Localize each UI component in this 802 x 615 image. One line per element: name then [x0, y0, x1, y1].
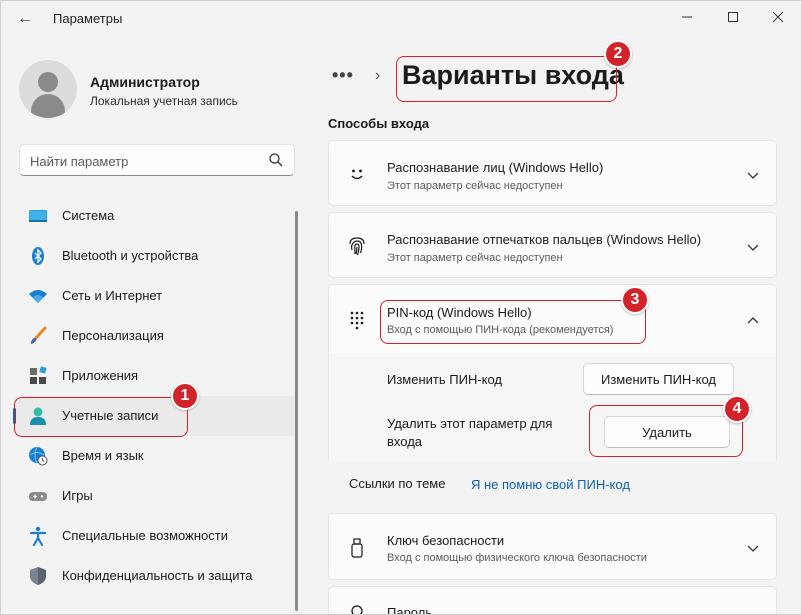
gamepad-icon	[29, 492, 47, 501]
sidebar-item-network[interactable]: Сеть и Интернет	[13, 276, 297, 316]
highlight-page-title	[396, 56, 617, 102]
option-security-key[interactable]: Ключ безопасности Вход с помощью физичес…	[328, 513, 777, 580]
sidebar-item-bluetooth[interactable]: Bluetooth и устройства	[13, 236, 297, 276]
remove-pin-label-line1: Удалить этот параметр для	[387, 416, 553, 431]
apps-icon	[30, 366, 47, 384]
chevron-down-icon	[747, 172, 759, 179]
highlight-accounts	[14, 397, 188, 437]
sidebar-scrollbar[interactable]	[295, 211, 298, 611]
option-subtitle: Этот параметр сейчас недоступен	[387, 180, 563, 192]
brush-icon	[31, 326, 47, 344]
sidebar-item-time-language[interactable]: Время и язык	[13, 436, 297, 476]
forgot-pin-link[interactable]: Я не помню свой ПИН-код	[471, 477, 630, 492]
accessibility-icon	[29, 526, 47, 546]
close-button[interactable]	[763, 7, 793, 29]
sidebar-nav: Система Bluetooth и устройства Сеть и Ин…	[13, 196, 297, 596]
time-language-icon	[29, 446, 48, 466]
avatar-body	[31, 94, 65, 118]
search-box[interactable]	[19, 144, 295, 176]
remove-pin-label-line2: входа	[387, 434, 423, 449]
related-links-row: Ссылки по теме Я не помню свой ПИН-код	[328, 461, 777, 507]
user-name: Администратор	[90, 74, 200, 90]
avatar-head	[38, 72, 58, 92]
maximize-icon	[728, 12, 738, 22]
sidebar-item-label: Специальные возможности	[62, 528, 228, 543]
sidebar-item-apps[interactable]: Приложения	[13, 356, 297, 396]
change-pin-button[interactable]: Изменить ПИН-код	[583, 363, 734, 395]
sidebar-item-gaming[interactable]: Игры	[13, 476, 297, 516]
sidebar-item-label: Время и язык	[62, 448, 144, 463]
option-title: Распознавание лиц (Windows Hello)	[387, 160, 604, 175]
system-icon	[29, 210, 47, 222]
arrow-left-icon: ←	[17, 10, 33, 27]
section-title: Способы входа	[328, 116, 430, 131]
settings-window: ← Параметры Администратор Локальная учет…	[0, 0, 802, 615]
annotation-badge-2: 2	[604, 40, 632, 68]
account-type: Локальная учетная запись	[90, 94, 238, 108]
related-links-label: Ссылки по теме	[349, 476, 446, 491]
minimize-button[interactable]	[672, 7, 702, 29]
bluetooth-icon	[32, 247, 44, 265]
highlight-remove-button	[589, 405, 743, 457]
sidebar-item-label: Bluetooth и устройства	[62, 248, 199, 263]
annotation-badge-1: 1	[171, 382, 199, 410]
sidebar-item-label: Приложения	[62, 368, 139, 383]
sidebar-item-label: Система	[62, 208, 115, 223]
change-pin-label: Изменить ПИН-код	[387, 372, 503, 387]
back-button[interactable]: ←	[13, 9, 37, 29]
sidebar-item-label: Игры	[62, 488, 93, 503]
chevron-down-icon	[747, 545, 759, 552]
highlight-pin-option	[380, 300, 646, 344]
usb-key-icon	[351, 538, 363, 558]
keypad-icon	[350, 311, 364, 330]
option-title: Ключ безопасности	[387, 533, 505, 548]
sidebar-item-privacy[interactable]: Конфиденциальность и защита	[13, 556, 297, 596]
minimize-icon	[682, 16, 692, 18]
option-password[interactable]: Пароль	[328, 586, 777, 615]
sidebar-item-system[interactable]: Система	[13, 196, 297, 236]
fingerprint-icon	[349, 237, 365, 256]
title-bar: ← Параметры	[1, 1, 801, 37]
shield-icon	[30, 567, 46, 585]
option-face-recognition[interactable]: Распознавание лиц (Windows Hello) Этот п…	[328, 140, 777, 206]
chevron-up-icon	[747, 317, 759, 324]
sidebar-item-label: Персонализация	[62, 328, 164, 343]
option-title: Распознавание отпечатков пальцев (Window…	[387, 232, 702, 247]
search-input[interactable]	[30, 151, 260, 171]
option-subtitle: Вход с помощью физического ключа безопас…	[387, 552, 647, 564]
close-icon	[772, 11, 784, 23]
sidebar-item-personalization[interactable]: Персонализация	[13, 316, 297, 356]
sidebar-item-accessibility[interactable]: Специальные возможности	[13, 516, 297, 556]
smiley-icon	[351, 169, 363, 180]
option-fingerprint[interactable]: Распознавание отпечатков пальцев (Window…	[328, 212, 777, 278]
option-title: Пароль	[387, 605, 433, 615]
option-subtitle: Этот параметр сейчас недоступен	[387, 252, 563, 264]
annotation-badge-3: 3	[621, 286, 649, 314]
breadcrumb-separator: ›	[375, 67, 381, 84]
maximize-button[interactable]	[718, 7, 748, 29]
user-avatar[interactable]	[19, 60, 77, 118]
chevron-down-icon	[747, 244, 759, 251]
search-icon[interactable]	[268, 152, 284, 168]
key-icon	[351, 605, 363, 614]
app-title: Параметры	[53, 11, 123, 26]
breadcrumb-overflow-button[interactable]: •••	[332, 65, 354, 86]
annotation-badge-4: 4	[723, 395, 751, 423]
sidebar-item-label: Конфиденциальность и защита	[62, 568, 253, 583]
sidebar-item-label: Сеть и Интернет	[62, 288, 163, 303]
wifi-icon	[29, 290, 47, 303]
